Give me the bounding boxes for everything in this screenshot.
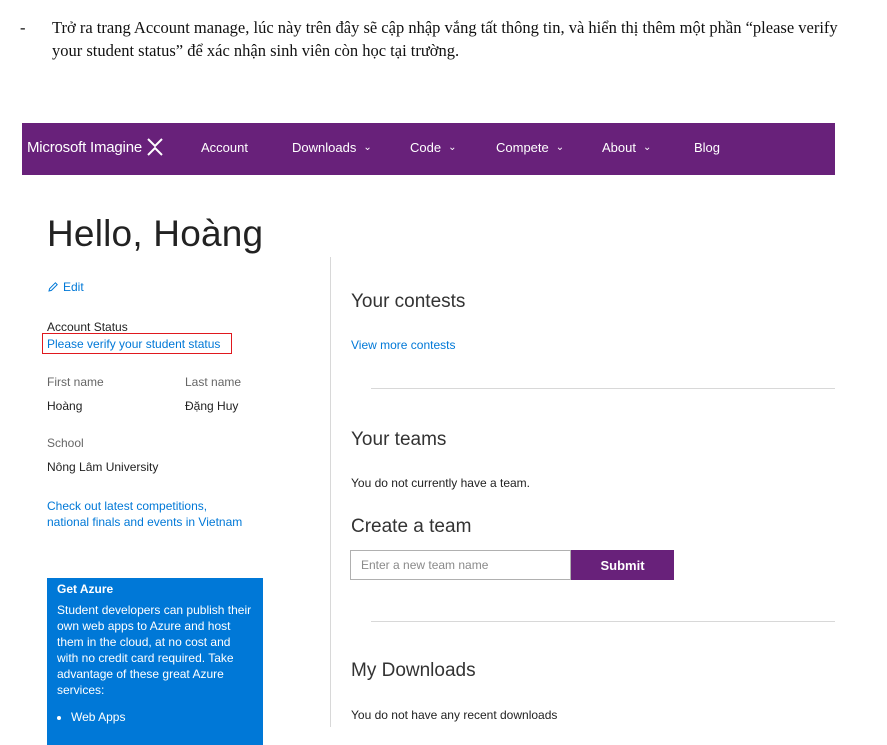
last-name-value: Đặng Huy	[185, 399, 239, 413]
last-name-label: Last name	[185, 375, 242, 389]
nav-compete[interactable]: Compete ⌄	[496, 140, 564, 155]
no-team-text: You do not currently have a team.	[351, 476, 531, 490]
get-azure-panel: Get Azure Student developers can publish…	[47, 578, 263, 745]
nav-downloads[interactable]: Downloads ⌄	[292, 140, 372, 155]
top-navbar: Microsoft Imagine Account Downloads ⌄ Co…	[22, 123, 835, 175]
view-more-contests-link[interactable]: View more contests	[351, 338, 456, 352]
azure-description: Student developers can publish their own…	[57, 603, 252, 697]
chevron-down-icon: ⌄	[448, 142, 457, 153]
school-label: School	[47, 436, 84, 450]
teams-heading: Your teams	[351, 429, 447, 450]
nav-blog-label: Blog	[694, 140, 721, 155]
instruction-text: Trở ra trang Account manage, lúc này trê…	[52, 18, 838, 60]
section-divider	[371, 621, 835, 622]
team-name-input[interactable]	[350, 550, 571, 580]
first-name-label: First name	[47, 375, 104, 389]
nav-compete-label: Compete	[496, 140, 549, 155]
pencil-icon	[48, 282, 58, 292]
bullet-dash: -	[20, 18, 26, 37]
page-title: Hello, Hoàng	[47, 213, 264, 254]
edit-label: Edit	[63, 280, 84, 294]
submit-button[interactable]: Submit	[571, 550, 674, 580]
nav-code[interactable]: Code ⌄	[410, 140, 456, 155]
account-status-label: Account Status	[47, 320, 128, 334]
brand-name: Microsoft Imagine	[27, 138, 142, 156]
chevron-down-icon: ⌄	[555, 142, 565, 153]
nav-downloads-label: Downloads	[292, 140, 357, 155]
brand-logo[interactable]: Microsoft Imagine	[27, 137, 165, 157]
first-name-value: Hoàng	[47, 399, 83, 413]
nav-code-label: Code	[410, 140, 442, 155]
downloads-heading: My Downloads	[351, 660, 476, 681]
verify-student-status-link[interactable]: Please verify your student status	[47, 337, 220, 351]
azure-services-list: Web Apps	[57, 710, 253, 724]
create-team-heading: Create a team	[351, 516, 472, 537]
imagine-x-icon	[147, 138, 163, 156]
instruction-paragraph: - Trở ra trang Account manage, lúc này t…	[20, 16, 860, 62]
azure-service-web-apps[interactable]: Web Apps	[71, 710, 253, 724]
chevron-down-icon: ⌄	[363, 142, 372, 153]
competitions-link-line1[interactable]: Check out latest competitions,	[47, 499, 207, 513]
contests-heading: Your contests	[351, 291, 466, 312]
screenshot-frame: Microsoft Imagine Account Downloads ⌄ Co…	[22, 123, 835, 745]
nav-about-label: About	[602, 140, 636, 155]
edit-link[interactable]: Edit	[47, 280, 84, 294]
competitions-link-line2[interactable]: national finals and events in Vietnam	[47, 515, 242, 529]
section-divider	[371, 388, 835, 389]
chevron-down-icon: ⌄	[642, 142, 652, 153]
nav-account[interactable]: Account	[201, 140, 248, 155]
nav-blog[interactable]: Blog	[694, 140, 720, 155]
school-value: Nông Lâm University	[47, 460, 159, 474]
no-downloads-text: You do not have any recent downloads	[351, 708, 558, 722]
azure-title: Get Azure	[57, 582, 114, 596]
nav-account-label: Account	[201, 140, 248, 155]
column-divider	[330, 257, 331, 727]
nav-about[interactable]: About ⌄	[602, 140, 651, 155]
